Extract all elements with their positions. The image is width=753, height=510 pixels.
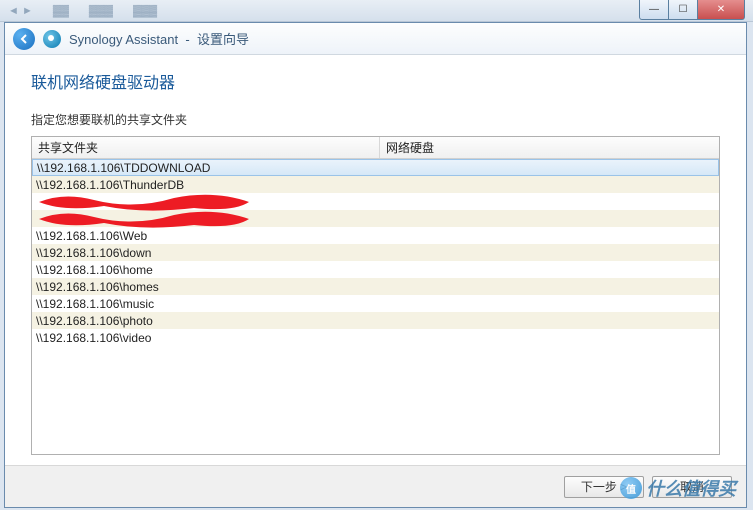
section-title: 联机网络硬盘驱动器 bbox=[31, 69, 720, 93]
table-body[interactable]: \\192.168.1.106\TDDOWNLOAD \\192.168.1.10… bbox=[32, 159, 719, 454]
share-path-cell: \\192.168.1.106\music bbox=[32, 297, 380, 311]
next-button[interactable]: 下一步 > bbox=[564, 476, 644, 498]
share-path-cell: \\192.168.1.106\home bbox=[32, 263, 380, 277]
table-row[interactable]: \\192.168.1.106\homes bbox=[32, 278, 719, 295]
wizard-content: 联机网络硬盘驱动器 指定您想要联机的共享文件夹 共享文件夹 网络硬盘 \\192… bbox=[5, 55, 746, 465]
redaction-mark bbox=[34, 205, 259, 233]
table-row[interactable]: \\192.168.1.106\down bbox=[32, 244, 719, 261]
wizard-window: Synology Assistant - 设置向导 联机网络硬盘驱动器 指定您想… bbox=[4, 22, 747, 508]
wizard-header: Synology Assistant - 设置向导 bbox=[5, 23, 746, 55]
minimize-button[interactable]: — bbox=[639, 0, 669, 20]
instruction-text: 指定您想要联机的共享文件夹 bbox=[31, 111, 720, 128]
share-folder-table: 共享文件夹 网络硬盘 \\192.168.1.106\TDDOWNLOAD\\1… bbox=[31, 136, 720, 455]
column-header-share-folder[interactable]: 共享文件夹 bbox=[32, 137, 380, 158]
close-button[interactable]: ✕ bbox=[697, 0, 745, 20]
table-row[interactable] bbox=[32, 210, 719, 227]
table-row[interactable]: \\192.168.1.106\video bbox=[32, 329, 719, 346]
cancel-button[interactable]: 取消 bbox=[652, 476, 732, 498]
share-path-cell: \\192.168.1.106\photo bbox=[32, 314, 380, 328]
table-header: 共享文件夹 网络硬盘 bbox=[32, 137, 719, 159]
back-button[interactable] bbox=[13, 28, 35, 50]
wizard-name: 设置向导 bbox=[197, 32, 249, 47]
header-title: Synology Assistant - 设置向导 bbox=[69, 29, 249, 48]
table-row[interactable]: \\192.168.1.106\home bbox=[32, 261, 719, 278]
table-row[interactable]: \\192.168.1.106\photo bbox=[32, 312, 719, 329]
synology-app-icon bbox=[43, 30, 61, 48]
maximize-button[interactable]: ☐ bbox=[668, 0, 698, 20]
share-path-cell: \\192.168.1.106\video bbox=[32, 331, 380, 345]
share-path-cell: \\192.168.1.106\homes bbox=[32, 280, 380, 294]
share-path-cell: \\192.168.1.106\down bbox=[32, 246, 380, 260]
column-header-network-drive[interactable]: 网络硬盘 bbox=[380, 137, 719, 158]
table-row[interactable]: \\192.168.1.106\music bbox=[32, 295, 719, 312]
table-row[interactable]: \\192.168.1.106\TDDOWNLOAD bbox=[32, 159, 719, 176]
app-name: Synology Assistant bbox=[69, 32, 178, 47]
window-controls: — ☐ ✕ bbox=[640, 0, 745, 20]
share-path-cell: \\192.168.1.106\TDDOWNLOAD bbox=[33, 161, 381, 175]
wizard-footer: 下一步 > 取消 值 什么值得买 bbox=[5, 465, 746, 507]
